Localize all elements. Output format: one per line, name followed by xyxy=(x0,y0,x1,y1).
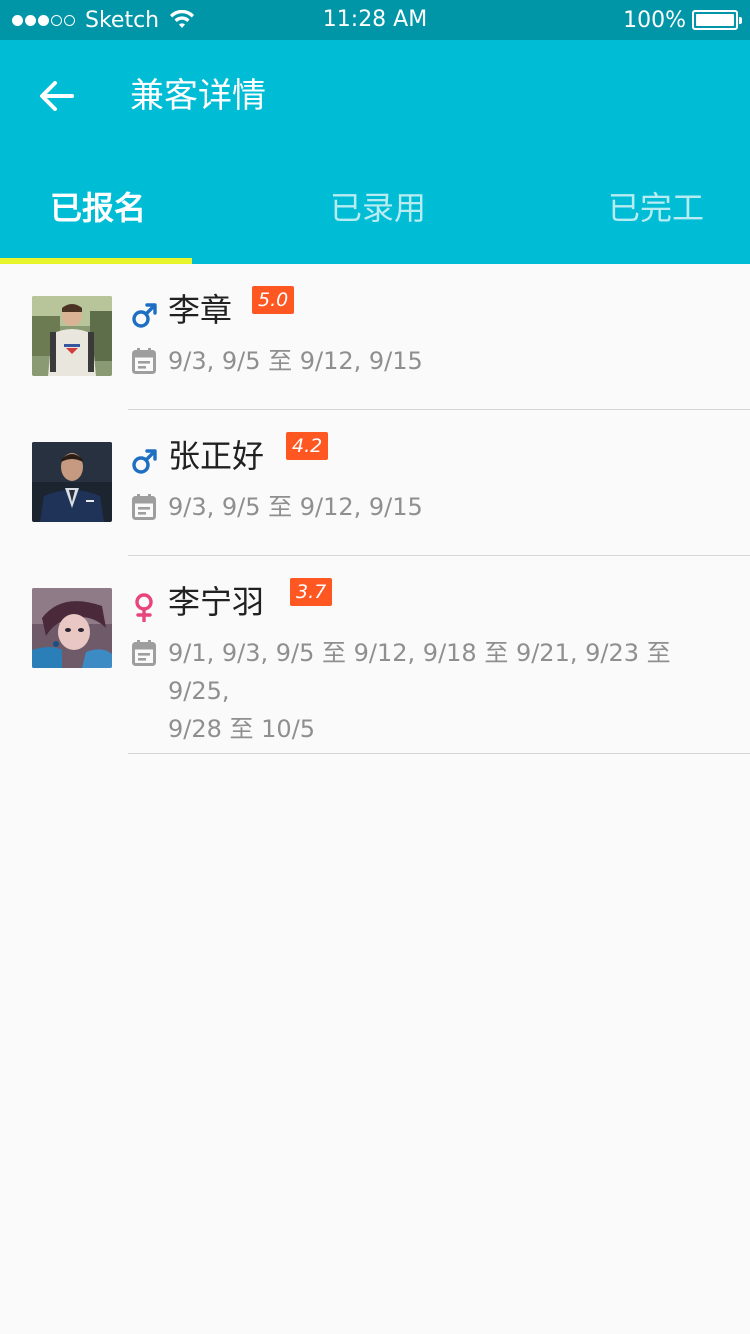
back-button[interactable] xyxy=(28,72,84,120)
male-symbol-icon xyxy=(130,446,158,476)
tab-label: 已报名 xyxy=(50,189,147,227)
status-right: 100% xyxy=(623,6,742,34)
tab-bar: 已报名 已录用 已完工 xyxy=(0,170,750,264)
calendar-icon xyxy=(132,640,156,666)
page-title: 兼客详情 xyxy=(130,76,266,116)
avatar[interactable] xyxy=(32,442,112,522)
tab-registered[interactable]: 已报名 xyxy=(0,170,250,264)
female-symbol-icon xyxy=(130,592,158,623)
calendar-icon xyxy=(132,348,156,374)
battery-icon xyxy=(692,10,742,30)
battery-percent: 100% xyxy=(623,7,686,33)
work-dates-line: 9/3, 9/5 至 9/12, 9/15 xyxy=(168,493,423,521)
rating-badge: 5.0 xyxy=(252,286,295,314)
tab-label: 已录用 xyxy=(330,189,427,227)
calendar-icon xyxy=(132,494,156,520)
avatar[interactable] xyxy=(32,588,112,668)
work-dates-line: 9/3, 9/5 至 9/12, 9/15 xyxy=(168,347,423,375)
worker-name: 李章 xyxy=(168,291,233,329)
tab-hired[interactable]: 已录用 xyxy=(250,170,500,264)
rating-badge: 4.2 xyxy=(286,432,329,460)
status-bar: Sketch 11:28 AM 100% xyxy=(0,0,750,40)
battery-level xyxy=(696,14,734,26)
list-item[interactable]: 张正好 4.2 9/3, 9/5 至 9/12, 9/15 xyxy=(0,410,750,556)
work-dates-line: 9/1, 9/3, 9/5 至 9/12, 9/18 至 9/21, 9/23 … xyxy=(168,639,671,705)
worker-name: 李宁羽 xyxy=(168,583,265,621)
worker-name: 张正好 xyxy=(168,437,265,475)
work-dates: 9/1, 9/3, 9/5 至 9/12, 9/18 至 9/21, 9/23 … xyxy=(168,634,728,748)
work-dates-line: 9/28 至 10/5 xyxy=(168,715,316,743)
worker-list: 李章 5.0 9/3, 9/5 至 9/12, 9/15 张正好 4.2 9/3… xyxy=(0,264,750,754)
app-bar: 兼客详情 已报名 已录用 已完工 xyxy=(0,40,750,264)
work-dates: 9/3, 9/5 至 9/12, 9/15 xyxy=(168,342,728,380)
tab-completed[interactable]: 已完工 xyxy=(500,170,750,264)
avatar[interactable] xyxy=(32,296,112,376)
divider xyxy=(128,753,750,754)
male-symbol-icon xyxy=(130,300,158,330)
arrow-left-icon xyxy=(40,81,74,111)
tab-label: 已完工 xyxy=(608,189,705,227)
list-item[interactable]: 李宁羽 3.7 9/1, 9/3, 9/5 至 9/12, 9/18 至 9/2… xyxy=(0,556,750,754)
rating-badge: 3.7 xyxy=(290,578,333,606)
list-item[interactable]: 李章 5.0 9/3, 9/5 至 9/12, 9/15 xyxy=(0,264,750,410)
work-dates: 9/3, 9/5 至 9/12, 9/15 xyxy=(168,488,728,526)
